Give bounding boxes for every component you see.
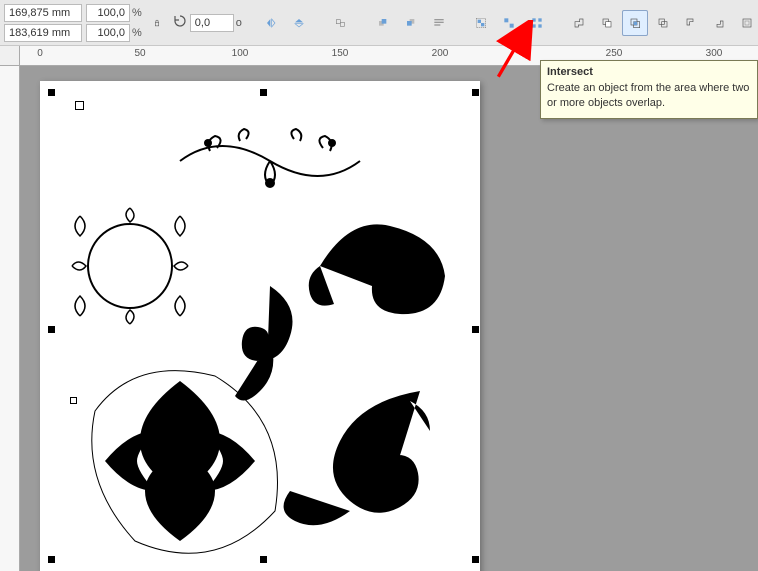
shaping-group [566, 10, 758, 36]
scale-x-input[interactable]: 100,0 [86, 4, 130, 22]
ornament-flourish-bottom-right[interactable] [280, 381, 440, 551]
page [40, 81, 480, 571]
scale-y-input[interactable]: 100,0 [86, 24, 130, 42]
ruler-label: 200 [432, 48, 449, 59]
selection-handle[interactable] [260, 556, 267, 563]
selection-handle[interactable] [472, 326, 479, 333]
property-bar: 169,875 mm 183,619 mm 100,0 % 100,0 % 0,… [0, 0, 758, 46]
ruler-origin-corner[interactable] [0, 46, 20, 66]
mirror-group [258, 10, 312, 36]
back-minus-front-button[interactable] [706, 10, 732, 36]
weld-button[interactable] [566, 10, 592, 36]
selection-handle[interactable] [48, 556, 55, 563]
selection-handle[interactable] [472, 89, 479, 96]
ruler-label: 100 [232, 48, 249, 59]
rotation-group: 0,0 o [172, 13, 242, 32]
group-button[interactable] [468, 10, 494, 36]
create-boundary-button[interactable] [734, 10, 758, 36]
drawing-area[interactable] [20, 66, 758, 571]
align-and-distribute-button[interactable] [328, 10, 354, 36]
object-position-group: 169,875 mm 183,619 mm [4, 4, 82, 42]
rotation-unit: o [236, 17, 242, 29]
trim-button[interactable] [594, 10, 620, 36]
vertical-ruler[interactable] [0, 66, 20, 571]
ruler-label: 0 [37, 48, 43, 59]
front-minus-back-button[interactable] [678, 10, 704, 36]
intersect-button[interactable] [622, 10, 648, 36]
to-front-button[interactable] [370, 10, 396, 36]
ruler-label: 150 [332, 48, 349, 59]
ornament-damask[interactable] [90, 371, 270, 551]
object-y-position[interactable]: 183,619 mm [4, 24, 82, 42]
ornament-top-branch[interactable] [170, 121, 370, 201]
ruler-label: 50 [134, 48, 145, 59]
ornament-frame-circle[interactable] [60, 196, 200, 336]
tooltip-intersect: Intersect Create an object from the area… [540, 60, 758, 119]
scale-factor-group: 100,0 % 100,0 % [86, 4, 142, 42]
ornament-swirl-right[interactable] [300, 211, 460, 316]
selection-handle[interactable] [472, 556, 479, 563]
ruler-label: 300 [706, 48, 723, 59]
ungroup-button[interactable] [496, 10, 522, 36]
ruler-label: 250 [606, 48, 623, 59]
to-back-button[interactable] [398, 10, 424, 36]
rotate-icon [172, 13, 188, 32]
selection-handle[interactable] [260, 89, 267, 96]
selection-center-marker[interactable] [75, 101, 84, 110]
simplify-button[interactable] [650, 10, 676, 36]
ungroup-all-button[interactable] [524, 10, 550, 36]
tooltip-body: Create an object from the area where two… [547, 82, 749, 108]
selection-handle[interactable] [48, 326, 55, 333]
mirror-vertical-button[interactable] [286, 10, 312, 36]
wrap-text-button[interactable] [426, 10, 452, 36]
mirror-horizontal-button[interactable] [258, 10, 284, 36]
object-x-position[interactable]: 169,875 mm [4, 4, 82, 22]
tooltip-title: Intersect [547, 65, 751, 79]
node-handle[interactable] [70, 397, 77, 404]
lock-ratio-button[interactable] [146, 12, 168, 34]
selection-handle[interactable] [48, 89, 55, 96]
rotation-input[interactable]: 0,0 [190, 14, 234, 32]
scale-unit: % [132, 27, 142, 39]
scale-unit: % [132, 7, 142, 19]
workspace[interactable]: 0 50 100 150 200 250 300 [0, 46, 758, 571]
